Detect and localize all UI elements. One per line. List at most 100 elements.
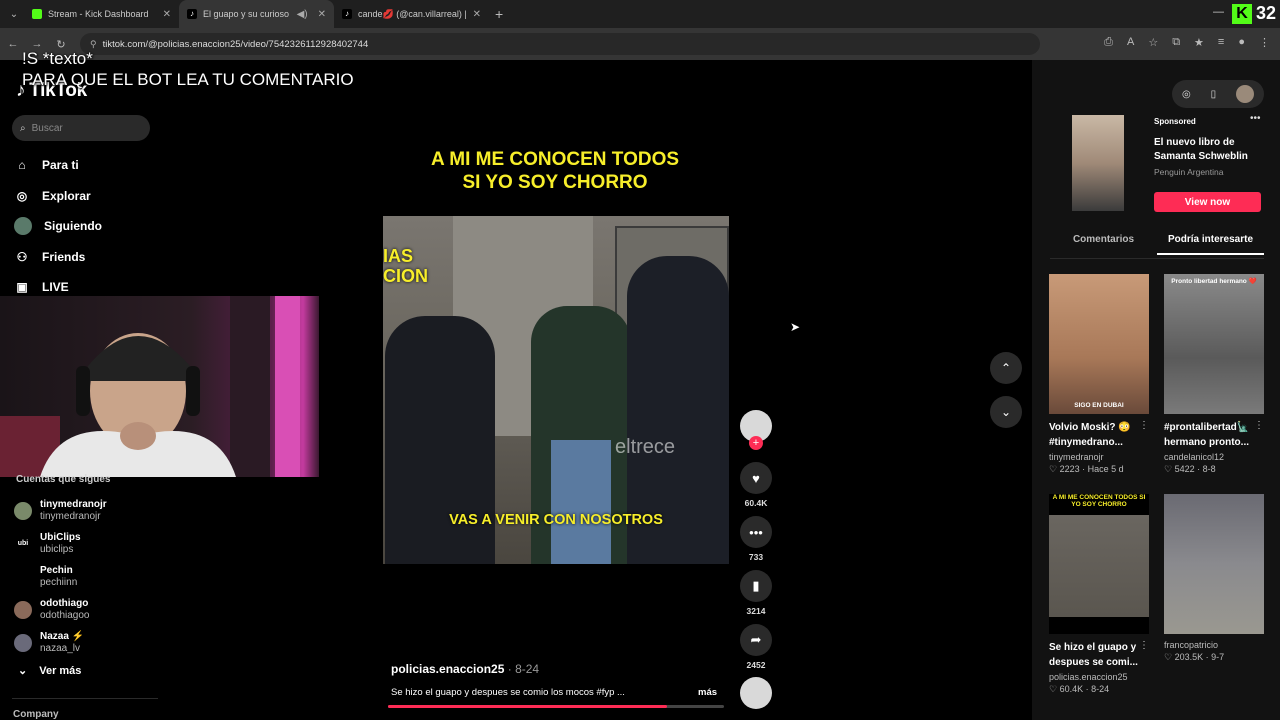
browser-tab-tiktok-profile[interactable]: ♪ cande💋 (@can.villarreal) | TikT ✕ bbox=[334, 0, 489, 28]
search-input[interactable]: ⌕ Buscar bbox=[12, 115, 150, 141]
nav-label: Siguiendo bbox=[44, 219, 102, 234]
like-action[interactable]: ♥ 60.4K bbox=[740, 462, 772, 516]
sidebar-item-siguiendo[interactable]: Siguiendo bbox=[14, 211, 154, 242]
corner-text-1: IAS bbox=[383, 246, 414, 266]
sidebar-nav: ⌂ Para ti ◎ Explorar Siguiendo ⚇ Friends… bbox=[14, 150, 154, 303]
tab-comentarios[interactable]: Comentarios bbox=[1050, 234, 1157, 255]
following-item[interactable]: ubi UbiClips ubiclips bbox=[14, 527, 164, 560]
video-thumbnail[interactable] bbox=[1164, 494, 1264, 634]
right-tabs: Comentarios Podría interesarte bbox=[1050, 234, 1264, 255]
video-progress-bar[interactable] bbox=[388, 705, 724, 708]
translate-icon[interactable]: A bbox=[1127, 36, 1134, 49]
video-thumbnail[interactable]: A MI ME CONOCEN TODOS SI YO SOY CHORRO bbox=[1049, 494, 1149, 634]
following-item[interactable]: Nazaa ⚡ nazaa_lv bbox=[14, 627, 164, 660]
share-icon[interactable]: ➦ bbox=[740, 624, 772, 656]
company-link[interactable]: Company bbox=[13, 709, 59, 720]
new-tab-button[interactable]: + bbox=[495, 6, 503, 22]
ad-title[interactable]: El nuevo libro de Samanta Schweblin bbox=[1154, 136, 1264, 164]
more-options-icon[interactable]: ••• bbox=[1250, 113, 1261, 124]
previous-video-button[interactable]: ⌃ bbox=[990, 352, 1022, 384]
chevron-up-icon: ⌃ bbox=[1000, 361, 1012, 375]
share-count: 2452 bbox=[746, 660, 766, 670]
media-icon[interactable]: ≡ bbox=[1218, 36, 1224, 49]
following-item[interactable]: tinymedranojr tinymedranojr bbox=[14, 494, 164, 527]
favorites-icon[interactable]: ★ bbox=[1194, 36, 1204, 49]
follow-plus-icon[interactable]: + bbox=[749, 436, 763, 450]
share-action[interactable]: ➦ 2452 bbox=[740, 624, 772, 678]
ver-mas-button[interactable]: ⌄ Ver más bbox=[18, 664, 82, 678]
more-options-icon[interactable]: ⋮ bbox=[1139, 420, 1149, 431]
minimize-icon[interactable]: — bbox=[1213, 6, 1224, 18]
video-subtitle: VAS A VENIR CON NOSOTROS bbox=[449, 512, 663, 528]
video-thumbnail[interactable]: Pronto libertad hermano ❤️ bbox=[1164, 274, 1264, 414]
device-icon[interactable]: ▯ bbox=[1211, 89, 1217, 100]
following-list: tinymedranojr tinymedranojr ubi UbiClips u… bbox=[14, 494, 164, 660]
tab-search-button[interactable]: ⌄ bbox=[4, 4, 24, 24]
menu-icon[interactable]: ⋮ bbox=[1259, 36, 1270, 49]
sidebar-item-para-ti[interactable]: ⌂ Para ti bbox=[14, 150, 154, 181]
chevron-down-icon: ⌄ bbox=[1000, 405, 1012, 419]
extensions-icon[interactable]: ⧉ bbox=[1172, 36, 1180, 49]
recommended-video[interactable]: Pronto libertad hermano ❤️ #prontalibert… bbox=[1164, 274, 1264, 475]
following-item[interactable]: Pechin pechiinn bbox=[14, 560, 164, 593]
avatar bbox=[14, 567, 32, 586]
save-action[interactable]: ▮ 3214 bbox=[740, 570, 772, 624]
stream-overlay-text: !S *texto* PARA QUE EL BOT LEA TU COMENT… bbox=[22, 48, 354, 90]
comment-icon[interactable]: ••• bbox=[740, 516, 772, 548]
video-corner-text: IAS CION bbox=[383, 246, 428, 286]
following-handle: pechiinn bbox=[40, 576, 78, 588]
comment-action[interactable]: ••• 733 bbox=[740, 516, 772, 570]
video-author: francopatricio bbox=[1164, 640, 1219, 650]
install-icon[interactable]: ⎙ bbox=[1104, 36, 1113, 49]
video-player[interactable]: IAS CION eltrece VAS A VENIR CON NOSOTRO… bbox=[383, 216, 729, 564]
browser-toolbar-icons: ⎙ A ☆ ⧉ ★ ≡ ● ⋮ bbox=[1104, 36, 1270, 49]
recommended-video[interactable]: SIGO EN DUBAI Volvio Moski? 😳 #tinymedra… bbox=[1049, 274, 1149, 475]
more-button[interactable]: más bbox=[698, 687, 717, 698]
video-author-line: policias.enaccion25 · 8-24 bbox=[391, 662, 539, 676]
bookmark-star-icon[interactable]: ☆ bbox=[1148, 36, 1158, 49]
following-name: tinymedranojr bbox=[40, 498, 107, 510]
tab-podria-interesarte[interactable]: Podría interesarte bbox=[1157, 234, 1264, 255]
close-icon[interactable]: ✕ bbox=[473, 9, 481, 20]
close-icon[interactable]: ✕ bbox=[318, 9, 326, 20]
recommended-video[interactable]: A MI ME CONOCEN TODOS SI YO SOY CHORRO S… bbox=[1049, 494, 1149, 695]
video-stats: ♡ 203.5K · 9-7 bbox=[1164, 652, 1225, 662]
browser-tab-tiktok-video[interactable]: ♪ El guapo y su curioso comp ◀) ✕ bbox=[179, 0, 334, 28]
like-count: 60.4K bbox=[744, 498, 768, 508]
more-options-icon[interactable]: ⋮ bbox=[1254, 420, 1264, 431]
back-icon[interactable]: ← bbox=[2, 38, 24, 50]
video-stats: ♡ 2223 · Hace 5 d bbox=[1049, 464, 1124, 474]
chevron-down-icon: ⌄ bbox=[18, 665, 28, 677]
close-icon[interactable]: ✕ bbox=[163, 9, 171, 20]
caption-line-1: A MI ME CONOCEN TODOS bbox=[430, 149, 680, 170]
profile-avatar-icon[interactable] bbox=[1236, 85, 1255, 103]
speaker-icon[interactable]: ◀) bbox=[297, 9, 308, 20]
sidebar-item-explorar[interactable]: ◎ Explorar bbox=[14, 181, 154, 212]
caption-line-2: SI YO SOY CHORRO bbox=[462, 172, 648, 193]
following-handle: odothiagoo bbox=[40, 610, 90, 622]
following-section-title: Cuentas que sigues bbox=[16, 474, 111, 485]
sound-avatar[interactable] bbox=[740, 677, 772, 709]
sidebar-item-friends[interactable]: ⚇ Friends bbox=[14, 242, 154, 273]
eltrece-watermark: eltrece bbox=[615, 436, 676, 458]
next-video-button[interactable]: ⌄ bbox=[990, 396, 1022, 428]
view-now-button[interactable]: View now bbox=[1154, 192, 1261, 212]
following-name: UbiClips bbox=[40, 531, 81, 543]
more-options-icon[interactable]: ⋮ bbox=[1139, 640, 1149, 651]
bookmark-icon[interactable]: ▮ bbox=[740, 570, 772, 602]
heart-icon[interactable]: ♥ bbox=[740, 462, 772, 494]
recommended-video[interactable]: francopatricio ♡ 203.5K · 9-7 bbox=[1164, 494, 1264, 663]
nav-label: LIVE bbox=[42, 280, 69, 295]
coin-icon[interactable]: ◎ bbox=[1182, 89, 1191, 100]
browser-tab-bar: ⌄ Stream - Kick Dashboard ✕ ♪ El guapo y… bbox=[0, 0, 1280, 28]
browser-tab-kick[interactable]: Stream - Kick Dashboard ✕ bbox=[24, 0, 179, 28]
following-name: Nazaa ⚡ bbox=[40, 631, 85, 643]
author-name[interactable]: policias.enaccion25 bbox=[391, 662, 504, 676]
video-thumbnail[interactable]: SIGO EN DUBAI bbox=[1049, 274, 1149, 414]
profile-avatar-icon[interactable]: ● bbox=[1238, 36, 1245, 49]
author-avatar[interactable]: + bbox=[740, 410, 772, 450]
following-item[interactable]: odothiago odothiagoo bbox=[14, 594, 164, 627]
ver-mas-label: Ver más bbox=[39, 664, 82, 677]
video-title: Volvio Moski? 😳 #tinymedrano... bbox=[1049, 422, 1131, 448]
ad-thumbnail[interactable] bbox=[1072, 115, 1124, 211]
